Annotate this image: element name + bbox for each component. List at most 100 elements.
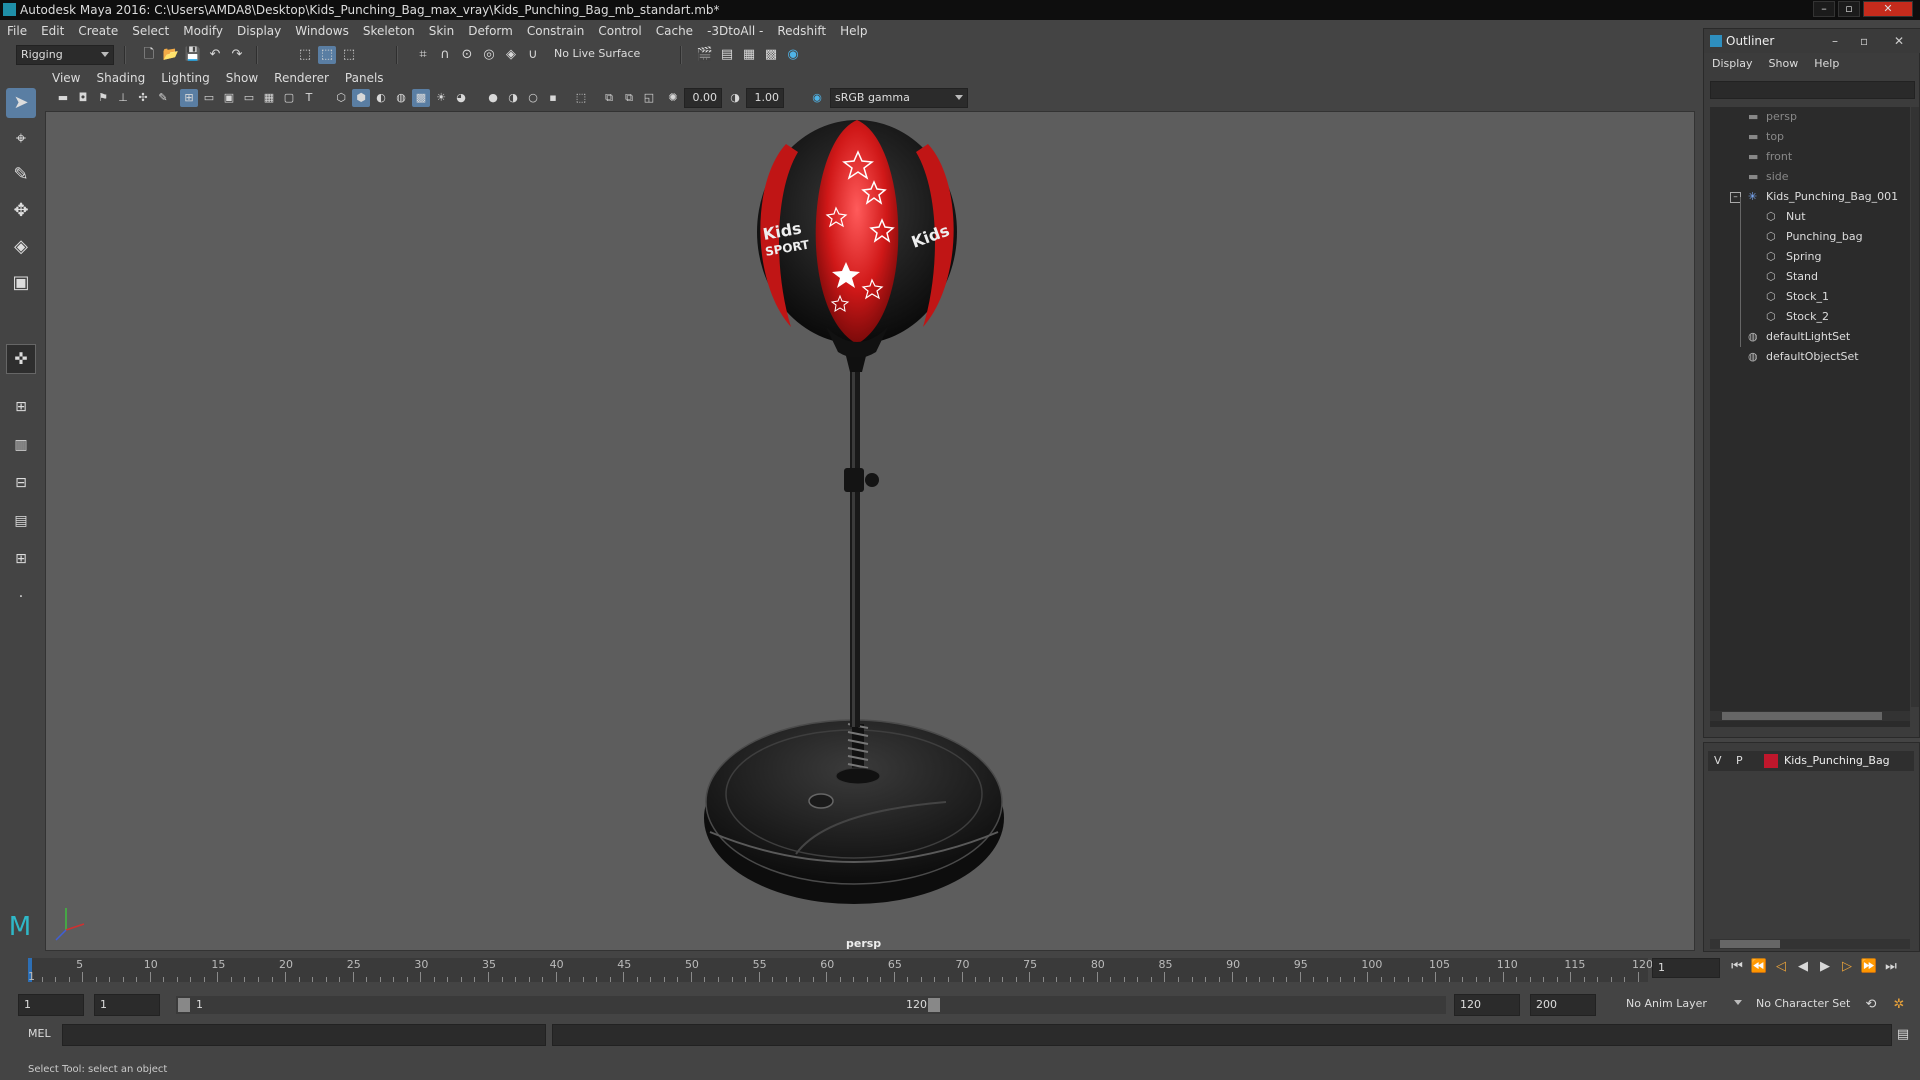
menu-set-dropdown[interactable]: Rigging bbox=[16, 45, 114, 65]
isolate-select-icon[interactable]: ⬚ bbox=[572, 89, 590, 107]
use-all-lights-icon[interactable]: ☀ bbox=[432, 89, 450, 107]
outliner-item-default-object-set[interactable]: ◍ defaultObjectSet bbox=[1710, 347, 1910, 367]
time-slider[interactable]: 1 5 10 15 20 25 30 35 40 45 50 55 60 65 70 75 80 85 90 95 1… bbox=[0, 952, 1920, 990]
select-component-icon[interactable]: ⬚ bbox=[340, 46, 358, 64]
menu-control[interactable]: Control bbox=[591, 20, 648, 42]
outliner-menu-show[interactable]: Show bbox=[1761, 53, 1807, 75]
layout-single-icon[interactable]: ⊞ bbox=[6, 392, 36, 422]
play-forward-icon[interactable]: ▶ bbox=[1816, 958, 1834, 976]
menu-constrain[interactable]: Constrain bbox=[520, 20, 592, 42]
menu-windows[interactable]: Windows bbox=[288, 20, 356, 42]
menu-skeleton[interactable]: Skeleton bbox=[356, 20, 422, 42]
open-scene-icon[interactable]: 📂 bbox=[162, 46, 180, 64]
layer-scrollbar[interactable] bbox=[1710, 939, 1910, 949]
xray-active-icon[interactable]: ⧉ bbox=[620, 89, 638, 107]
scrollbar-thumb[interactable] bbox=[1720, 940, 1780, 948]
range-bar[interactable]: 1 120 bbox=[176, 996, 946, 1014]
menu-deform[interactable]: Deform bbox=[461, 20, 520, 42]
render-settings-icon[interactable]: ▦ bbox=[740, 46, 758, 64]
move-tool-icon[interactable]: ✥ bbox=[6, 196, 36, 226]
vp-menu-show[interactable]: Show bbox=[218, 69, 266, 87]
outliner-maximize-button[interactable]: ▫ bbox=[1860, 29, 1868, 53]
grease-pencil-icon[interactable]: ✎ bbox=[154, 89, 172, 107]
auto-key-icon[interactable]: ⟲ bbox=[1862, 996, 1880, 1014]
scale-tool-icon[interactable]: ▣ bbox=[6, 268, 36, 298]
field-chart-icon[interactable]: ▦ bbox=[260, 89, 278, 107]
snap-point-icon[interactable]: ⊙ bbox=[458, 46, 476, 64]
outliner-minimize-button[interactable]: – bbox=[1832, 29, 1838, 53]
go-to-start-icon[interactable]: ⏮ bbox=[1728, 958, 1746, 976]
xray-icon[interactable]: ⧉ bbox=[600, 89, 618, 107]
menu-create[interactable]: Create bbox=[71, 20, 125, 42]
new-scene-icon[interactable]: 🗋 bbox=[140, 46, 158, 64]
film-gate-icon[interactable]: ▭ bbox=[200, 89, 218, 107]
layer-color-swatch[interactable] bbox=[1764, 754, 1778, 768]
paint-select-tool-icon[interactable]: ✎ bbox=[6, 160, 36, 190]
maximize-button[interactable]: ▫ bbox=[1838, 1, 1860, 17]
gamma-field[interactable]: 1.00 bbox=[746, 88, 784, 108]
select-tool-icon[interactable]: ➤ bbox=[6, 88, 36, 118]
snap-surface-icon[interactable]: ◈ bbox=[502, 46, 520, 64]
perspective-viewport[interactable]: Kids SPORT Kids persp bbox=[45, 111, 1695, 951]
gate-mask-icon[interactable]: ▭ bbox=[240, 89, 258, 107]
resolution-gate-icon[interactable]: ▣ bbox=[220, 89, 238, 107]
color-management-icon[interactable]: ◉ bbox=[808, 89, 826, 107]
gamma-icon[interactable]: ◑ bbox=[726, 89, 744, 107]
step-back-frame-icon[interactable]: ◁ bbox=[1772, 958, 1790, 976]
menu-modify[interactable]: Modify bbox=[176, 20, 230, 42]
menu-redshift[interactable]: Redshift bbox=[770, 20, 833, 42]
layout-graph-icon[interactable]: ⊞ bbox=[6, 544, 36, 574]
layout-side-icon[interactable]: ⊟ bbox=[6, 468, 36, 498]
vp-menu-view[interactable]: View bbox=[44, 69, 88, 87]
wireframe-on-shaded-icon[interactable]: ◍ bbox=[392, 89, 410, 107]
bookmark-icon[interactable]: ⚑ bbox=[94, 89, 112, 107]
layer-row[interactable]: V P Kids_Punching_Bag bbox=[1708, 751, 1914, 771]
menu-display[interactable]: Display bbox=[230, 20, 288, 42]
menu-select[interactable]: Select bbox=[125, 20, 176, 42]
preferences-icon[interactable]: ✲ bbox=[1890, 996, 1908, 1014]
outliner-search-input[interactable] bbox=[1710, 81, 1915, 99]
outliner-menu-display[interactable]: Display bbox=[1704, 53, 1761, 75]
2d-pan-icon[interactable]: ✣ bbox=[134, 89, 152, 107]
current-frame-field[interactable]: 1 bbox=[1652, 958, 1720, 978]
select-object-icon[interactable]: ⬚ bbox=[318, 46, 336, 64]
shadows-icon[interactable]: ◕ bbox=[452, 89, 470, 107]
menu-skin[interactable]: Skin bbox=[422, 20, 462, 42]
outliner-horizontal-scrollbar[interactable] bbox=[1710, 711, 1910, 721]
animation-start-field[interactable]: 1 bbox=[18, 994, 84, 1016]
rotate-tool-icon[interactable]: ◈ bbox=[6, 232, 36, 262]
snap-magnet-icon[interactable]: ∪ bbox=[524, 46, 542, 64]
step-forward-frame-icon[interactable]: ▷ bbox=[1838, 958, 1856, 976]
range-start-handle[interactable] bbox=[178, 998, 190, 1012]
outliner-item-top[interactable]: ▬ top bbox=[1710, 127, 1910, 147]
menu-file[interactable]: File bbox=[0, 20, 34, 42]
minimize-button[interactable]: – bbox=[1813, 1, 1835, 17]
render-current-icon[interactable]: 🎬 bbox=[696, 46, 714, 64]
redo-icon[interactable]: ↷ bbox=[228, 46, 246, 64]
layout-outliner-icon[interactable]: ▤ bbox=[6, 506, 36, 536]
live-surface-field[interactable]: No Live Surface bbox=[550, 45, 646, 65]
smooth-shade-icon[interactable]: ⬢ bbox=[352, 89, 370, 107]
command-input[interactable] bbox=[62, 1024, 546, 1046]
outliner-close-button[interactable]: ✕ bbox=[1894, 29, 1904, 53]
vp-menu-shading[interactable]: Shading bbox=[88, 69, 153, 87]
playback-start-field[interactable]: 1 bbox=[94, 994, 160, 1016]
anti-aliasing-icon[interactable]: ○ bbox=[524, 89, 542, 107]
range-end-handle[interactable] bbox=[928, 998, 940, 1012]
safe-title-icon[interactable]: T bbox=[300, 89, 318, 107]
menu-3dtoall[interactable]: -3DtoAll - bbox=[700, 20, 770, 42]
outliner-item-persp[interactable]: ▬ persp bbox=[1710, 107, 1910, 127]
script-editor-icon[interactable]: ▤ bbox=[1894, 1026, 1912, 1044]
vp-menu-renderer[interactable]: Renderer bbox=[266, 69, 337, 87]
motion-blur-icon[interactable]: ◑ bbox=[504, 89, 522, 107]
lasso-tool-icon[interactable]: ⌖ bbox=[6, 124, 36, 154]
snap-curve-icon[interactable]: ∩ bbox=[436, 46, 454, 64]
vp-menu-panels[interactable]: Panels bbox=[337, 69, 392, 87]
outliner-item-side[interactable]: ▬ side bbox=[1710, 167, 1910, 187]
select-hierarchy-icon[interactable]: ⬚ bbox=[296, 46, 314, 64]
menu-edit[interactable]: Edit bbox=[34, 20, 71, 42]
menu-cache[interactable]: Cache bbox=[649, 20, 700, 42]
scrollbar-thumb[interactable] bbox=[1722, 712, 1882, 720]
grid-icon[interactable]: ⊞ bbox=[180, 89, 198, 107]
outliner-vertical-scrollbar[interactable] bbox=[1911, 107, 1919, 707]
